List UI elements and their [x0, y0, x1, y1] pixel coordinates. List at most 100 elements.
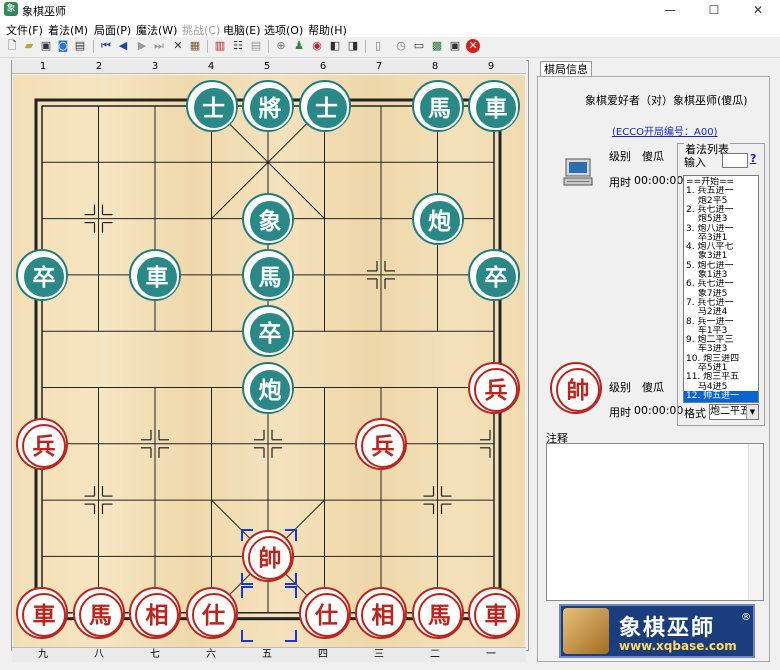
eco-code-link[interactable]: (ECCO开局编号：A00): [612, 123, 718, 138]
red-piece[interactable]: 仕: [185, 586, 238, 639]
first-move-icon[interactable]: ⏮: [99, 39, 113, 53]
move-list-item[interactable]: 12. 帅五进一: [684, 390, 758, 402]
black-piece[interactable]: 卒: [468, 248, 520, 301]
chess-board[interactable]: 士將士馬車象炮卒車馬卒卒炮兵兵兵帥車馬相仕仕相馬車: [13, 75, 525, 647]
black-piece[interactable]: 象: [242, 192, 294, 245]
target-icon[interactable]: ⊕: [274, 39, 288, 53]
menu-position[interactable]: 局面(P): [94, 22, 131, 38]
notes-textarea[interactable]: [546, 443, 764, 601]
red-piece[interactable]: 馬: [72, 586, 125, 639]
move-input[interactable]: [722, 153, 748, 168]
delete-icon[interactable]: ✕: [171, 39, 185, 53]
previous-move-icon[interactable]: ◀: [116, 39, 130, 53]
red-piece[interactable]: 仕: [298, 586, 351, 639]
black-piece[interactable]: 炮: [242, 361, 294, 414]
file-label: 八: [94, 649, 104, 660]
last-move-icon[interactable]: ⏭: [152, 39, 166, 53]
black-piece[interactable]: 車: [468, 80, 520, 132]
selection-bracket: [241, 629, 253, 642]
black-piece[interactable]: 馬: [411, 80, 464, 132]
toolbar-separator: [93, 40, 94, 53]
black-piece[interactable]: 士: [298, 80, 351, 132]
black-piece[interactable]: 卒: [16, 248, 68, 301]
red-player-avatar: 帥: [550, 362, 602, 414]
toolbar-separator: [207, 40, 208, 53]
insert-icon[interactable]: ▥: [213, 39, 227, 53]
player-icon[interactable]: ♟: [292, 39, 306, 53]
copy-icon[interactable]: ▦: [188, 39, 202, 53]
menu-help[interactable]: 帮助(H): [308, 22, 347, 38]
file-label: 九: [38, 649, 48, 660]
piece-char: 馬: [78, 592, 123, 637]
menu-options[interactable]: 选项(O): [264, 22, 303, 38]
black-piece[interactable]: 士: [185, 80, 238, 132]
computer-player-icon: [563, 158, 593, 186]
tree-icon[interactable]: ☷: [231, 39, 245, 53]
format-value: 炮二平五: [710, 406, 750, 417]
piece-char: 士: [191, 86, 236, 130]
list-icon[interactable]: ▤: [249, 39, 263, 53]
menu-challenge[interactable]: 挑战(C): [182, 22, 220, 38]
file-label: 三: [374, 649, 384, 660]
book-icon[interactable]: ▯: [371, 39, 385, 53]
file-label: 5: [263, 61, 271, 72]
red-piece[interactable]: 馬: [411, 586, 464, 639]
maximize-button[interactable]: ☐: [692, 0, 736, 20]
registered-mark: ®: [741, 612, 751, 623]
chevron-down-icon[interactable]: ▼: [746, 405, 758, 419]
menu-moves[interactable]: 着法(M): [48, 22, 88, 38]
red-piece[interactable]: 車: [16, 586, 68, 639]
stop-icon[interactable]: ✕: [466, 39, 480, 53]
red-piece[interactable]: 兵: [468, 361, 520, 414]
open-folder-icon[interactable]: ▰: [22, 39, 36, 53]
import-icon[interactable]: ◨: [346, 39, 360, 53]
menu-magic[interactable]: 魔法(W): [136, 22, 177, 38]
board-icon[interactable]: ▩: [430, 39, 444, 53]
close-button[interactable]: ✕: [736, 0, 780, 20]
new-file-icon[interactable]: 🗋: [5, 39, 19, 53]
file-ruler-bottom: 九 八 七 六 五 四 三 二 一: [12, 647, 526, 662]
selection-bracket: [285, 629, 297, 642]
black-piece[interactable]: 馬: [242, 248, 294, 301]
export-icon[interactable]: ◧: [328, 39, 342, 53]
notes-scrollbar[interactable]: [748, 444, 763, 600]
file-label: 9: [487, 61, 495, 72]
selection-bracket: [285, 573, 297, 586]
black-piece[interactable]: 將: [242, 80, 294, 132]
move-list[interactable]: ==开始== 1. 兵五进一 炮2平5 2. 兵七进一 炮5进3 3. 炮八进一 卒3…: [683, 175, 759, 403]
red-piece[interactable]: 兵: [355, 417, 407, 470]
format-select[interactable]: 炮二平五 ▼: [709, 404, 759, 420]
help-link[interactable]: ?: [750, 152, 756, 165]
top-level-label: 级别: [609, 150, 631, 163]
bottom-time-label: 用时: [609, 406, 631, 419]
black-piece[interactable]: 卒: [242, 305, 294, 358]
xqbase-banner[interactable]: 象棋巫師 ® www.xqbase.com: [559, 604, 755, 658]
save-icon[interactable]: ▣: [39, 39, 53, 53]
match-title: 象棋爱好者（对）象棋巫师(傻瓜): [585, 94, 748, 107]
black-piece[interactable]: 車: [129, 248, 181, 301]
top-time-label: 用时: [609, 176, 631, 189]
piece-char: 將: [248, 86, 292, 130]
red-piece[interactable]: 兵: [16, 417, 68, 470]
menu-file[interactable]: 文件(F): [6, 22, 43, 38]
tab-game-info[interactable]: 棋局信息: [540, 61, 592, 77]
minimize-button[interactable]: —: [648, 0, 692, 20]
save-as-icon[interactable]: ◙: [56, 39, 70, 53]
bottom-time-value: 00:00:00: [634, 404, 684, 417]
next-move-icon[interactable]: ▶: [135, 39, 149, 53]
red-piece[interactable]: 相: [129, 586, 181, 639]
print-icon[interactable]: ▤: [73, 39, 87, 53]
menu-computer[interactable]: 电脑(E): [223, 22, 261, 38]
eye-icon[interactable]: ◉: [310, 39, 324, 53]
clock-icon[interactable]: ◷: [394, 39, 408, 53]
computer-icon[interactable]: ▭: [412, 39, 426, 53]
app-icon: 象: [4, 2, 18, 16]
piece-char: 兵: [22, 423, 66, 468]
toolbar-separator: [365, 40, 366, 53]
file-label: 3: [151, 61, 159, 72]
red-piece[interactable]: 相: [355, 586, 407, 639]
screen-icon[interactable]: ▣: [448, 39, 462, 53]
toolbar-separator: [268, 40, 269, 53]
black-piece[interactable]: 炮: [411, 192, 464, 245]
red-piece[interactable]: 車: [468, 586, 520, 639]
